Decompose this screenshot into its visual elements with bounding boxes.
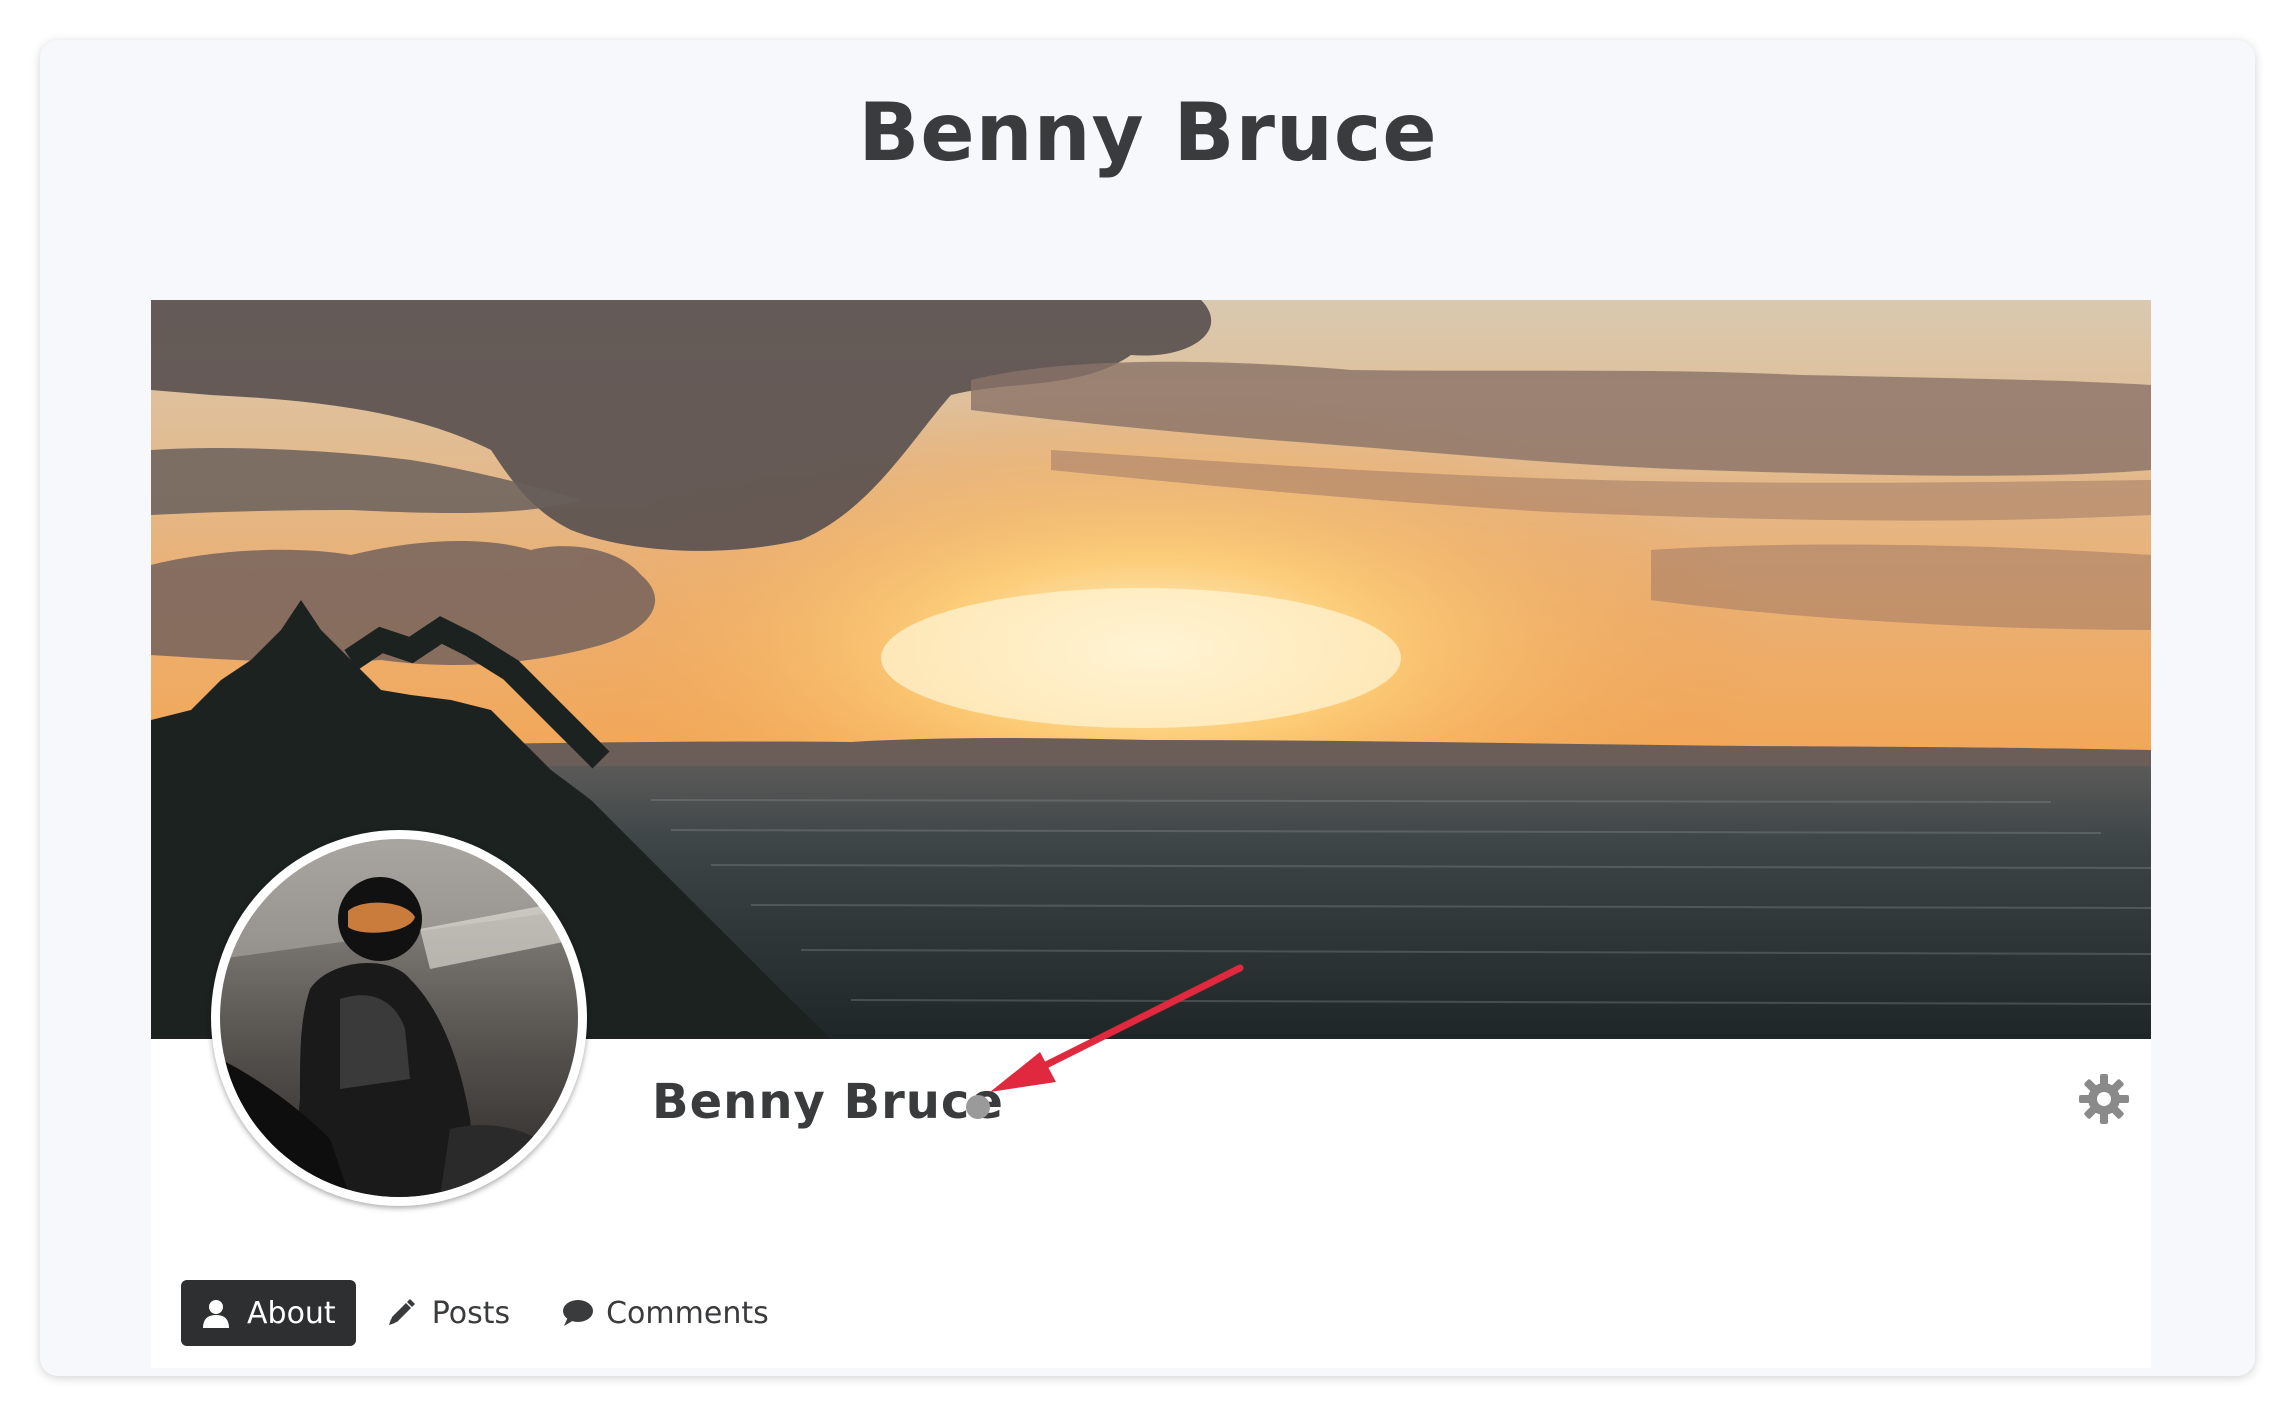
tab-about[interactable]: About — [181, 1280, 356, 1346]
tab-about-label: About — [247, 1295, 336, 1331]
speech-bubble-icon — [560, 1298, 594, 1328]
pencil-icon — [386, 1298, 416, 1328]
page-title: Benny Bruce — [858, 86, 1438, 179]
online-status-dot — [966, 1095, 990, 1119]
user-icon — [201, 1298, 231, 1328]
tab-comments[interactable]: Comments — [540, 1280, 789, 1346]
profile-name: Benny Bruce — [652, 1074, 1004, 1130]
profile-panel: Benny Bruce About Posts Comments — [151, 300, 2151, 1368]
gear-icon[interactable] — [2077, 1072, 2131, 1126]
tab-posts-label: Posts — [431, 1295, 511, 1331]
profile-tabs: About Posts Comments — [181, 1280, 799, 1346]
tab-comments-label: Comments — [606, 1295, 769, 1331]
avatar[interactable] — [211, 830, 587, 1206]
tab-posts[interactable]: Posts — [366, 1280, 530, 1346]
